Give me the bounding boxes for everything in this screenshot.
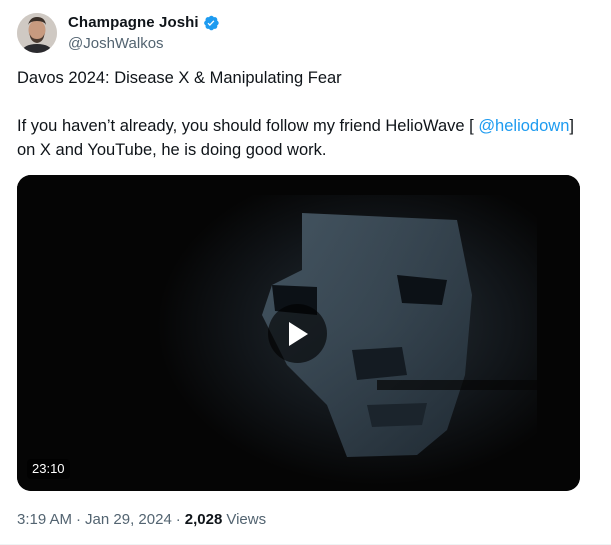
author-handle[interactable]: @JoshWalkos — [68, 34, 220, 54]
mention-link[interactable]: @heliodown — [478, 117, 569, 135]
video-duration-badge: 23:10 — [27, 459, 70, 479]
views-label: Views — [226, 510, 267, 528]
meta-separator: · — [175, 510, 181, 528]
tweet-header: Champagne Joshi @JoshWalkos — [17, 12, 220, 54]
author-names: Champagne Joshi @JoshWalkos — [68, 13, 220, 54]
views-count: 2,028 — [184, 510, 223, 528]
tweet-text-line-1: Davos 2024: Disease X & Manipulating Fea… — [17, 69, 342, 87]
tweet-card: Champagne Joshi @JoshWalkos Davos 2024: … — [0, 0, 611, 545]
video-player[interactable]: 23:10 — [17, 175, 580, 491]
name-row: Champagne Joshi — [68, 13, 220, 33]
meta-separator: · — [76, 510, 82, 528]
tweet-meta: 3:19 AM · Jan 29, 2024 · 2,028 Views — [17, 509, 266, 529]
verified-badge-icon — [202, 14, 220, 32]
tweet-text: Davos 2024: Disease X & Manipulating Fea… — [17, 66, 577, 162]
play-button[interactable] — [268, 304, 327, 363]
avatar[interactable] — [17, 13, 57, 53]
tweet-text-line-2: If you haven’t already, you should follo… — [17, 114, 577, 162]
tweet-date[interactable]: Jan 29, 2024 — [85, 511, 172, 528]
author-display-name[interactable]: Champagne Joshi — [68, 14, 199, 31]
tweet-time[interactable]: 3:19 AM — [17, 511, 72, 528]
tweet-text-segment: If you haven’t already, you should follo… — [17, 117, 479, 135]
play-icon — [288, 321, 308, 346]
